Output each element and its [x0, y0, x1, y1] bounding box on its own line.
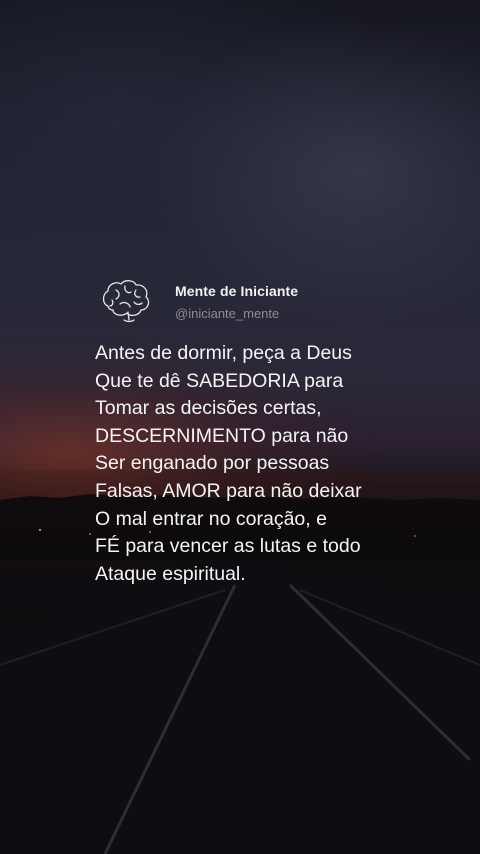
post-text-line: Ataque espiritual. — [95, 562, 246, 585]
author-avatar[interactable] — [98, 276, 154, 326]
post-text: Antes de dormir, peça a Deus Que te dê S… — [95, 340, 465, 588]
post-text-line: DESCERNIMENTO para não — [95, 424, 349, 447]
brain-icon — [102, 280, 150, 323]
post-text-line: Ser enganado por pessoas — [95, 452, 330, 475]
post-text-line: FÉ para vencer as lutas e todo — [95, 535, 361, 558]
post-text-line: O mal entrar no coração, e — [95, 507, 327, 530]
author-name[interactable]: Mente de Iniciante — [175, 283, 298, 299]
post-text-line: Que te dê SABEDORIA para — [95, 369, 344, 392]
background-photo: Mente de Iniciante @iniciante_mente Ante… — [0, 0, 480, 854]
author-handle[interactable]: @iniciante_mente — [175, 306, 279, 321]
post-text-line: Falsas, AMOR para não deixar — [95, 479, 362, 502]
post-text-line: Antes de dormir, peça a Deus — [95, 342, 352, 364]
post-text-line: Tomar as decisões certas, — [95, 397, 322, 420]
